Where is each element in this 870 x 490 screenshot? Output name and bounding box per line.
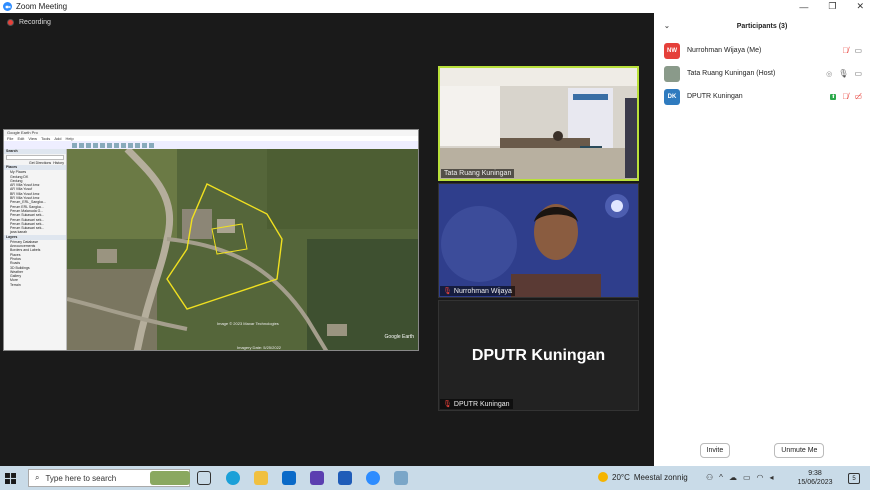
avatar: NW	[664, 42, 680, 59]
avatar: DK	[664, 88, 680, 105]
panel-header: ⌄ Participants (3)	[654, 13, 870, 39]
participant-name: Tata Ruang Kuningan	[444, 170, 512, 177]
weather-condition: Meestal zonnig	[633, 472, 688, 482]
video-icon[interactable]: ▭	[854, 69, 862, 78]
room-video	[440, 68, 637, 179]
invite-button[interactable]: Invite	[699, 443, 731, 458]
video-tile-dputr[interactable]: DPUTR Kuningan 🎙 DPUTR Kuningan	[438, 300, 639, 411]
participant-name: Nurrohman Wijaya (Me)	[687, 47, 762, 54]
video-icon[interactable]: ▭	[854, 46, 862, 55]
satellite-map: Image © 2023 Maxar Technologies Imagery …	[67, 149, 418, 350]
zoom-taskbar-icon[interactable]	[366, 471, 380, 485]
recording-label: Recording	[19, 19, 51, 26]
tile-name-bar: 🎙 DPUTR Kuningan	[440, 399, 513, 409]
participant-display-name: DPUTR Kuningan	[471, 346, 606, 364]
participant-row[interactable]: DK DPUTR Kuningan ⬆ 🎙̸ ▭̸	[654, 85, 870, 108]
window-title: Zoom Meeting	[16, 2, 68, 11]
people-icon[interactable]: ⚇	[706, 473, 713, 482]
time: 9:38	[808, 470, 822, 477]
clock[interactable]: 9:38 15/06/2023	[790, 469, 840, 487]
search-header: Search	[4, 149, 66, 154]
date: 15/06/2023	[797, 479, 833, 486]
shared-toolbar	[4, 141, 418, 149]
shared-sidebar: Search Get Directions History Places My …	[4, 149, 67, 350]
host-icon: ◎	[826, 70, 833, 78]
title-bar: Zoom Meeting — ❐ ✕	[0, 0, 870, 13]
shared-menu-item: Help	[65, 136, 74, 141]
mic-muted-icon: 🎙	[443, 288, 452, 295]
meeting-area: Recording Google Earth Pro File Edit View T…	[0, 13, 654, 466]
avatar	[664, 65, 680, 82]
weather-widget[interactable]: 20°C Meestal zonnig	[598, 472, 688, 482]
map-footer: Imagery Date: 5/25/2022	[237, 345, 282, 350]
participants-panel: ⌄ Participants (3) NW Nurrohman Wijaya (…	[654, 13, 870, 466]
map-credit: Image © 2023 Maxar Technologies	[217, 321, 279, 326]
volume-icon[interactable]: ◂	[769, 473, 773, 482]
app-icon[interactable]	[310, 471, 324, 485]
close-button[interactable]: ✕	[856, 1, 864, 12]
share-screen-icon: ⬆	[830, 93, 837, 100]
notification-icon[interactable]: 5	[848, 473, 860, 484]
tile-name-bar: 🎙 Nurrohman Wijaya	[440, 286, 515, 296]
search-placeholder: Type here to search	[45, 473, 117, 483]
video-off-icon[interactable]: ▭̸	[854, 92, 862, 101]
shared-menu-item: View	[28, 136, 37, 141]
record-icon	[7, 19, 14, 26]
panel-title: Participants (3)	[736, 22, 788, 30]
search-highlight-image	[150, 471, 190, 485]
video-tile-tata-ruang[interactable]: Tata Ruang Kuningan	[438, 66, 639, 181]
windows-start-icon[interactable]	[0, 466, 20, 490]
wifi-icon[interactable]: ◠	[757, 473, 764, 482]
cloud-icon[interactable]: ☁	[729, 473, 737, 482]
mic-muted-icon: 🎙	[443, 401, 452, 408]
participant-row[interactable]: Tata Ruang Kuningan (Host) ◎ 🎙 ▭	[654, 62, 870, 85]
participant-name: Nurrohman Wijaya	[453, 287, 512, 295]
system-tray: ⚇ ^ ☁ ▭ ◠ ◂	[706, 473, 774, 482]
battery-icon[interactable]: ▭	[743, 473, 751, 482]
zoom-logo-icon	[3, 2, 12, 11]
chevron-up-icon[interactable]: ^	[719, 473, 723, 482]
chevron-down-icon[interactable]: ⌄	[664, 22, 670, 30]
mail-icon[interactable]	[282, 471, 296, 485]
mic-icon[interactable]: 🎙	[838, 69, 848, 78]
map-logo: Google Earth	[384, 334, 414, 340]
mic-muted-icon[interactable]: 🎙̸	[842, 92, 848, 101]
unmute-button[interactable]: Unmute Me	[774, 443, 825, 458]
person-video	[439, 184, 638, 297]
minimize-button[interactable]: —	[799, 2, 808, 12]
file-explorer-icon[interactable]	[254, 471, 268, 485]
maximize-button[interactable]: ❐	[828, 1, 836, 12]
mic-muted-icon[interactable]: 🎙̸	[842, 46, 848, 55]
participant-name: DPUTR Kuningan	[453, 400, 510, 408]
edge-icon[interactable]	[226, 471, 240, 485]
word-icon[interactable]	[338, 471, 352, 485]
recording-indicator[interactable]: Recording	[7, 19, 51, 26]
sun-icon	[598, 472, 608, 482]
task-view-icon[interactable]	[197, 471, 211, 485]
screen-share-view[interactable]: Google Earth Pro File Edit View Tools Add Hel…	[3, 129, 419, 351]
participant-row[interactable]: NW Nurrohman Wijaya (Me) 🎙̸ ▭	[654, 39, 870, 62]
participant-name: Tata Ruang Kuningan (Host)	[687, 70, 776, 77]
app-icon[interactable]	[394, 471, 408, 485]
windows-taskbar: ⌕ Type here to search 20°C Meestal zonni…	[0, 466, 870, 490]
shared-menu-item: Edit	[17, 136, 25, 141]
layers-item: Terrain	[10, 282, 21, 287]
shared-menu-item: File	[7, 136, 14, 141]
participant-name: DPUTR Kuningan	[687, 93, 743, 100]
shared-menu-item: Tools	[40, 136, 51, 141]
temperature: 20°C	[612, 472, 630, 482]
search-icon: ⌕	[35, 473, 40, 482]
tile-name-bar: Tata Ruang Kuningan	[441, 169, 515, 178]
shared-menu-item: Add	[54, 136, 62, 141]
video-tile-nurrohman[interactable]: 🎙 Nurrohman Wijaya	[438, 183, 639, 298]
